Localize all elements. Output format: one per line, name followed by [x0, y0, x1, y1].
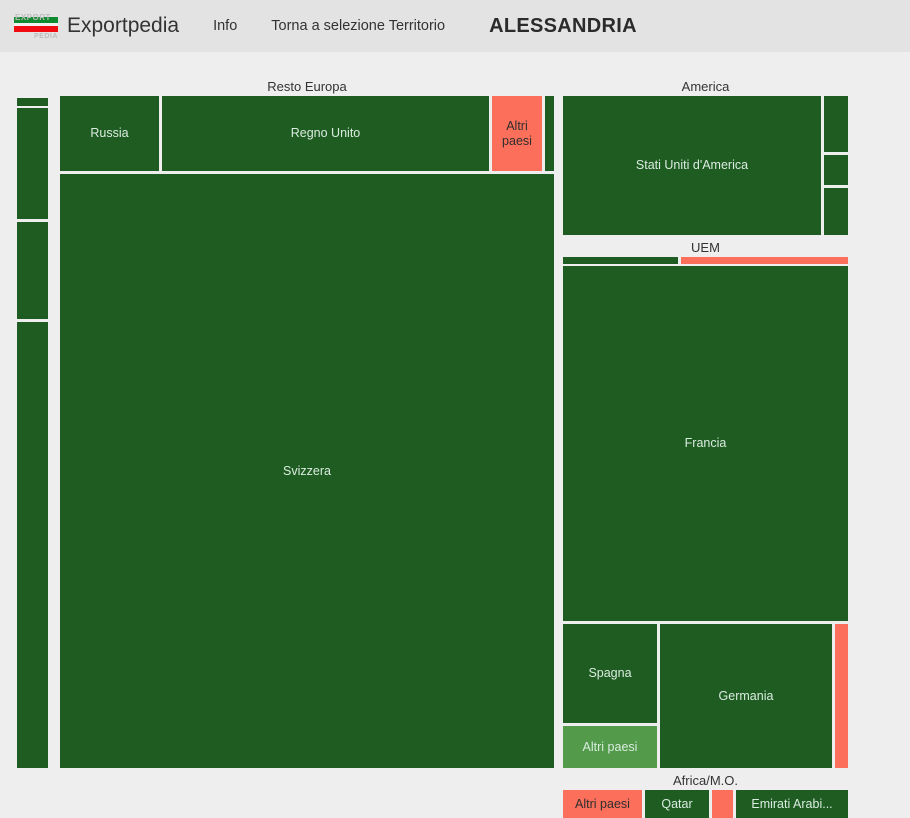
treemap-cell[interactable]: [17, 108, 48, 219]
treemap-cell[interactable]: [824, 155, 848, 185]
treemap-cell[interactable]: [835, 624, 848, 768]
treemap-cell-label: Qatar: [661, 796, 693, 811]
treemap-cell-label: Altri paesi: [502, 118, 532, 148]
treemap-cell[interactable]: [17, 98, 48, 106]
logo-word-pedia: PEDIA: [34, 33, 58, 40]
treemap-cell-label: Altri paesi: [582, 739, 638, 754]
treemap-cell-label: Stati Uniti d'America: [635, 158, 749, 172]
top-navigation-bar: EXPORT PEDIA Exportpedia Info Torna a se…: [0, 0, 910, 52]
brand-name[interactable]: Exportpedia: [67, 14, 179, 38]
treemap-cell[interactable]: Germania: [660, 624, 832, 768]
treemap-cell[interactable]: [17, 222, 48, 319]
treemap-group-title: UEM: [691, 240, 720, 255]
logo-red-band: [14, 26, 58, 32]
treemap-cell[interactable]: [545, 96, 554, 171]
treemap-cell[interactable]: [712, 790, 733, 818]
logo-word-export: EXPORT: [15, 13, 51, 22]
treemap-cell-label: Francia: [684, 436, 727, 450]
nav-link-info[interactable]: Info: [213, 18, 237, 34]
treemap-cell[interactable]: Altri paesi: [563, 726, 657, 768]
treemap-cell[interactable]: Emirati Arabi...: [736, 790, 848, 818]
treemap-cell[interactable]: Qatar: [645, 790, 709, 818]
treemap-cell-label: Altri paesi: [575, 796, 630, 811]
treemap-cell[interactable]: [681, 257, 848, 264]
treemap-cell[interactable]: [17, 322, 48, 768]
treemap-cell-label: Emirati Arabi...: [751, 796, 833, 811]
treemap-group-title: Africa/M.O.: [672, 773, 738, 788]
treemap-cell[interactable]: [824, 188, 848, 235]
treemap-cell[interactable]: [563, 257, 678, 264]
treemap-cell-label: Regno Unito: [290, 126, 361, 140]
treemap-cell[interactable]: Russia: [60, 96, 159, 171]
treemap-cell[interactable]: [824, 96, 848, 152]
brand-block[interactable]: EXPORT PEDIA Exportpedia: [14, 11, 179, 41]
exportpedia-logo-icon: EXPORT PEDIA: [14, 11, 58, 41]
treemap-cell-label: Germania: [718, 688, 774, 703]
treemap-cell-label: Spagna: [588, 666, 632, 680]
treemap-cell[interactable]: Regno Unito: [162, 96, 489, 171]
treemap-cell[interactable]: Altri paesi: [563, 790, 642, 818]
treemap-cell[interactable]: Francia: [563, 266, 848, 621]
treemap-cell[interactable]: Spagna: [563, 624, 657, 723]
treemap-cell-label: Svizzera: [283, 463, 331, 478]
treemap-group-title: Resto Europa: [267, 79, 347, 94]
treemap-group-title: America: [681, 79, 730, 94]
nav-link-territory[interactable]: Torna a selezione Territorio: [271, 18, 445, 34]
page-title: ALESSANDRIA: [489, 14, 637, 37]
treemap-cell[interactable]: Altri paesi: [492, 96, 542, 171]
treemap-cell[interactable]: Stati Uniti d'America: [563, 96, 821, 235]
treemap-cell-label: Russia: [90, 126, 129, 140]
treemap-chart: Resto Europa America UEM Africa/M.O. Russia R…: [0, 52, 910, 818]
treemap-cell[interactable]: Svizzera: [60, 174, 554, 768]
